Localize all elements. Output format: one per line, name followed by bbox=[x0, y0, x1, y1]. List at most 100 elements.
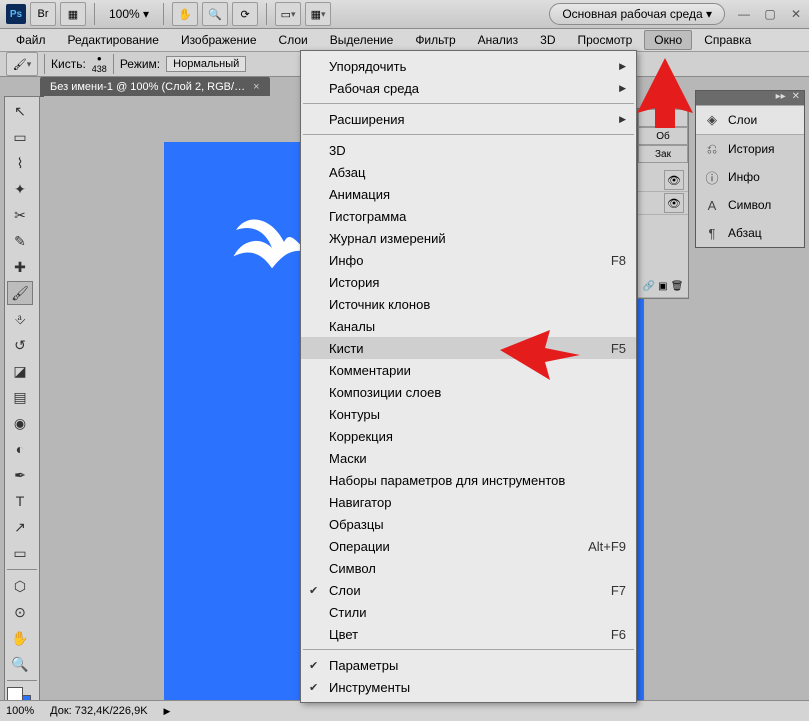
dodge-tool[interactable]: ◐ bbox=[7, 437, 33, 461]
dock-menu-icon[interactable]: ✕ bbox=[792, 91, 800, 105]
panel-icon[interactable]: 🔗 bbox=[643, 281, 655, 292]
menu-notes-panel[interactable]: Комментарии bbox=[301, 359, 636, 381]
blur-tool[interactable]: ◉ bbox=[7, 411, 33, 435]
marquee-tool[interactable]: ▭ bbox=[7, 125, 33, 149]
menu-channels-panel[interactable]: Каналы bbox=[301, 315, 636, 337]
menu-paths-panel[interactable]: Контуры bbox=[301, 403, 636, 425]
layer-visibility-icon[interactable]: 👁 bbox=[664, 193, 684, 213]
layer-visibility-icon[interactable]: 👁 bbox=[664, 170, 684, 190]
rotate-view-button[interactable]: ⟳ bbox=[232, 2, 258, 26]
close-button[interactable]: ✕ bbox=[789, 7, 803, 21]
menu-layers-panel[interactable]: ✔СлоиF7 bbox=[301, 579, 636, 601]
menu-arrange[interactable]: Упорядочить▶ bbox=[301, 55, 636, 77]
eraser-tool[interactable]: ◪ bbox=[7, 359, 33, 383]
panel-icon[interactable]: ▣ bbox=[658, 281, 667, 292]
zoom-tool[interactable]: 🔍 bbox=[7, 652, 33, 676]
app-logo: Ps bbox=[6, 4, 26, 24]
arrange-docs-button[interactable]: ▦▾ bbox=[305, 2, 331, 26]
menu-color-panel[interactable]: ЦветF6 bbox=[301, 623, 636, 645]
dock-label: Инфо bbox=[728, 170, 760, 184]
dock-item-character[interactable]: A Символ bbox=[696, 191, 804, 219]
dock-item-paragraph[interactable]: ¶ Абзац bbox=[696, 219, 804, 247]
zoom-level[interactable]: 100% ▾ bbox=[103, 7, 155, 21]
3d-tool[interactable]: ⬡ bbox=[7, 574, 33, 598]
document-tab[interactable]: Без имени-1 @ 100% (Слой 2, RGB/… × bbox=[40, 77, 270, 97]
eyedropper-tool[interactable]: ✎ bbox=[7, 229, 33, 253]
shape-tool[interactable]: ▭ bbox=[7, 541, 33, 565]
menu-analysis[interactable]: Анализ bbox=[468, 30, 529, 50]
menu-filter[interactable]: Фильтр bbox=[405, 30, 465, 50]
hand-tool[interactable]: ✋ bbox=[7, 626, 33, 650]
pen-tool[interactable]: ✒ bbox=[7, 463, 33, 487]
minimize-button[interactable]: — bbox=[737, 7, 751, 21]
bridge-button[interactable]: Br bbox=[30, 2, 56, 26]
dock-item-info[interactable]: ⓘ Инфо bbox=[696, 163, 804, 191]
menu-clone-source-panel[interactable]: Источник клонов bbox=[301, 293, 636, 315]
menu-masks-panel[interactable]: Маски bbox=[301, 447, 636, 469]
tool-preset-picker[interactable]: 🖌▾ bbox=[6, 52, 38, 76]
menu-measure-log-panel[interactable]: Журнал измерений bbox=[301, 227, 636, 249]
menu-workspace[interactable]: Рабочая среда▶ bbox=[301, 77, 636, 99]
tab-zak-short[interactable]: Зак bbox=[638, 145, 688, 163]
menu-paragraph-panel[interactable]: Абзац bbox=[301, 161, 636, 183]
crop-tool[interactable]: ✂ bbox=[7, 203, 33, 227]
brush-picker[interactable]: • 438 bbox=[92, 54, 107, 74]
mini-bridge-button[interactable]: ▦ bbox=[60, 2, 86, 26]
status-menu-icon[interactable]: ▶ bbox=[164, 706, 171, 717]
menu-select[interactable]: Выделение bbox=[320, 30, 404, 50]
menu-tool-presets-panel[interactable]: Наборы параметров для инструментов bbox=[301, 469, 636, 491]
menu-animation-panel[interactable]: Анимация bbox=[301, 183, 636, 205]
mode-label: Режим: bbox=[120, 57, 160, 71]
panel-icon[interactable]: 🗑 bbox=[671, 281, 684, 292]
menu-edit[interactable]: Редактирование bbox=[58, 30, 169, 50]
menu-navigator-panel[interactable]: Навигатор bbox=[301, 491, 636, 513]
dock-label: Слои bbox=[728, 113, 757, 127]
menu-image[interactable]: Изображение bbox=[171, 30, 267, 50]
menu-swatches-panel[interactable]: Образцы bbox=[301, 513, 636, 535]
menu-3d[interactable]: 3D bbox=[530, 30, 565, 50]
dock-item-history[interactable]: ⎌ История bbox=[696, 135, 804, 163]
menu-extensions[interactable]: Расширения▶ bbox=[301, 108, 636, 130]
stamp-tool[interactable]: ⎀ bbox=[7, 307, 33, 331]
maximize-button[interactable]: ▢ bbox=[763, 7, 777, 21]
tab-layers-short[interactable]: Сл bbox=[638, 109, 688, 127]
wand-tool[interactable]: ✦ bbox=[7, 177, 33, 201]
menu-layer[interactable]: Слои bbox=[269, 30, 318, 50]
type-tool[interactable]: T bbox=[7, 489, 33, 513]
close-tab-icon[interactable]: × bbox=[253, 81, 259, 93]
menu-histogram-panel[interactable]: Гистограмма bbox=[301, 205, 636, 227]
screen-mode-button[interactable]: ▭▾ bbox=[275, 2, 301, 26]
gradient-tool[interactable]: ▤ bbox=[7, 385, 33, 409]
menu-view[interactable]: Просмотр bbox=[567, 30, 642, 50]
menu-adjustments-panel[interactable]: Коррекция bbox=[301, 425, 636, 447]
menu-help[interactable]: Справка bbox=[694, 30, 761, 50]
menu-tools[interactable]: ✔Инструменты bbox=[301, 676, 636, 698]
lasso-tool[interactable]: ⌇ bbox=[7, 151, 33, 175]
tab-ob-short[interactable]: Об bbox=[638, 127, 688, 145]
workspace-switcher[interactable]: Основная рабочая среда ▾ bbox=[549, 3, 725, 25]
path-select-tool[interactable]: ↗ bbox=[7, 515, 33, 539]
menu-layer-comps-panel[interactable]: Композиции слоев bbox=[301, 381, 636, 403]
dock-collapse-icon[interactable]: ▸▸ bbox=[776, 91, 786, 105]
zoom-tool-button[interactable]: 🔍 bbox=[202, 2, 228, 26]
menu-3d-panel[interactable]: 3D bbox=[301, 139, 636, 161]
dock-item-layers[interactable]: ◈ Слои bbox=[696, 105, 804, 135]
menu-brushes-panel[interactable]: КистиF5 bbox=[301, 337, 636, 359]
history-brush-tool[interactable]: ↺ bbox=[7, 333, 33, 357]
heal-tool[interactable]: ✚ bbox=[7, 255, 33, 279]
menu-character-panel[interactable]: Символ bbox=[301, 557, 636, 579]
menu-styles-panel[interactable]: Стили bbox=[301, 601, 636, 623]
hand-tool-button[interactable]: ✋ bbox=[172, 2, 198, 26]
3d-camera-tool[interactable]: ⊙ bbox=[7, 600, 33, 624]
menu-file[interactable]: Файл bbox=[6, 30, 56, 50]
status-zoom[interactable]: 100% bbox=[6, 705, 34, 717]
menu-info-panel[interactable]: ИнфоF8 bbox=[301, 249, 636, 271]
move-tool[interactable]: ↖ bbox=[7, 99, 33, 123]
menu-options[interactable]: ✔Параметры bbox=[301, 654, 636, 676]
menu-window[interactable]: Окно bbox=[644, 30, 692, 50]
blend-mode-dropdown[interactable]: Нормальный bbox=[166, 56, 246, 72]
status-doc-size[interactable]: Док: 732,4K/226,9K bbox=[50, 705, 147, 717]
menu-history-panel[interactable]: История bbox=[301, 271, 636, 293]
menu-actions-panel[interactable]: ОперацииAlt+F9 bbox=[301, 535, 636, 557]
brush-tool[interactable]: 🖌 bbox=[7, 281, 33, 305]
